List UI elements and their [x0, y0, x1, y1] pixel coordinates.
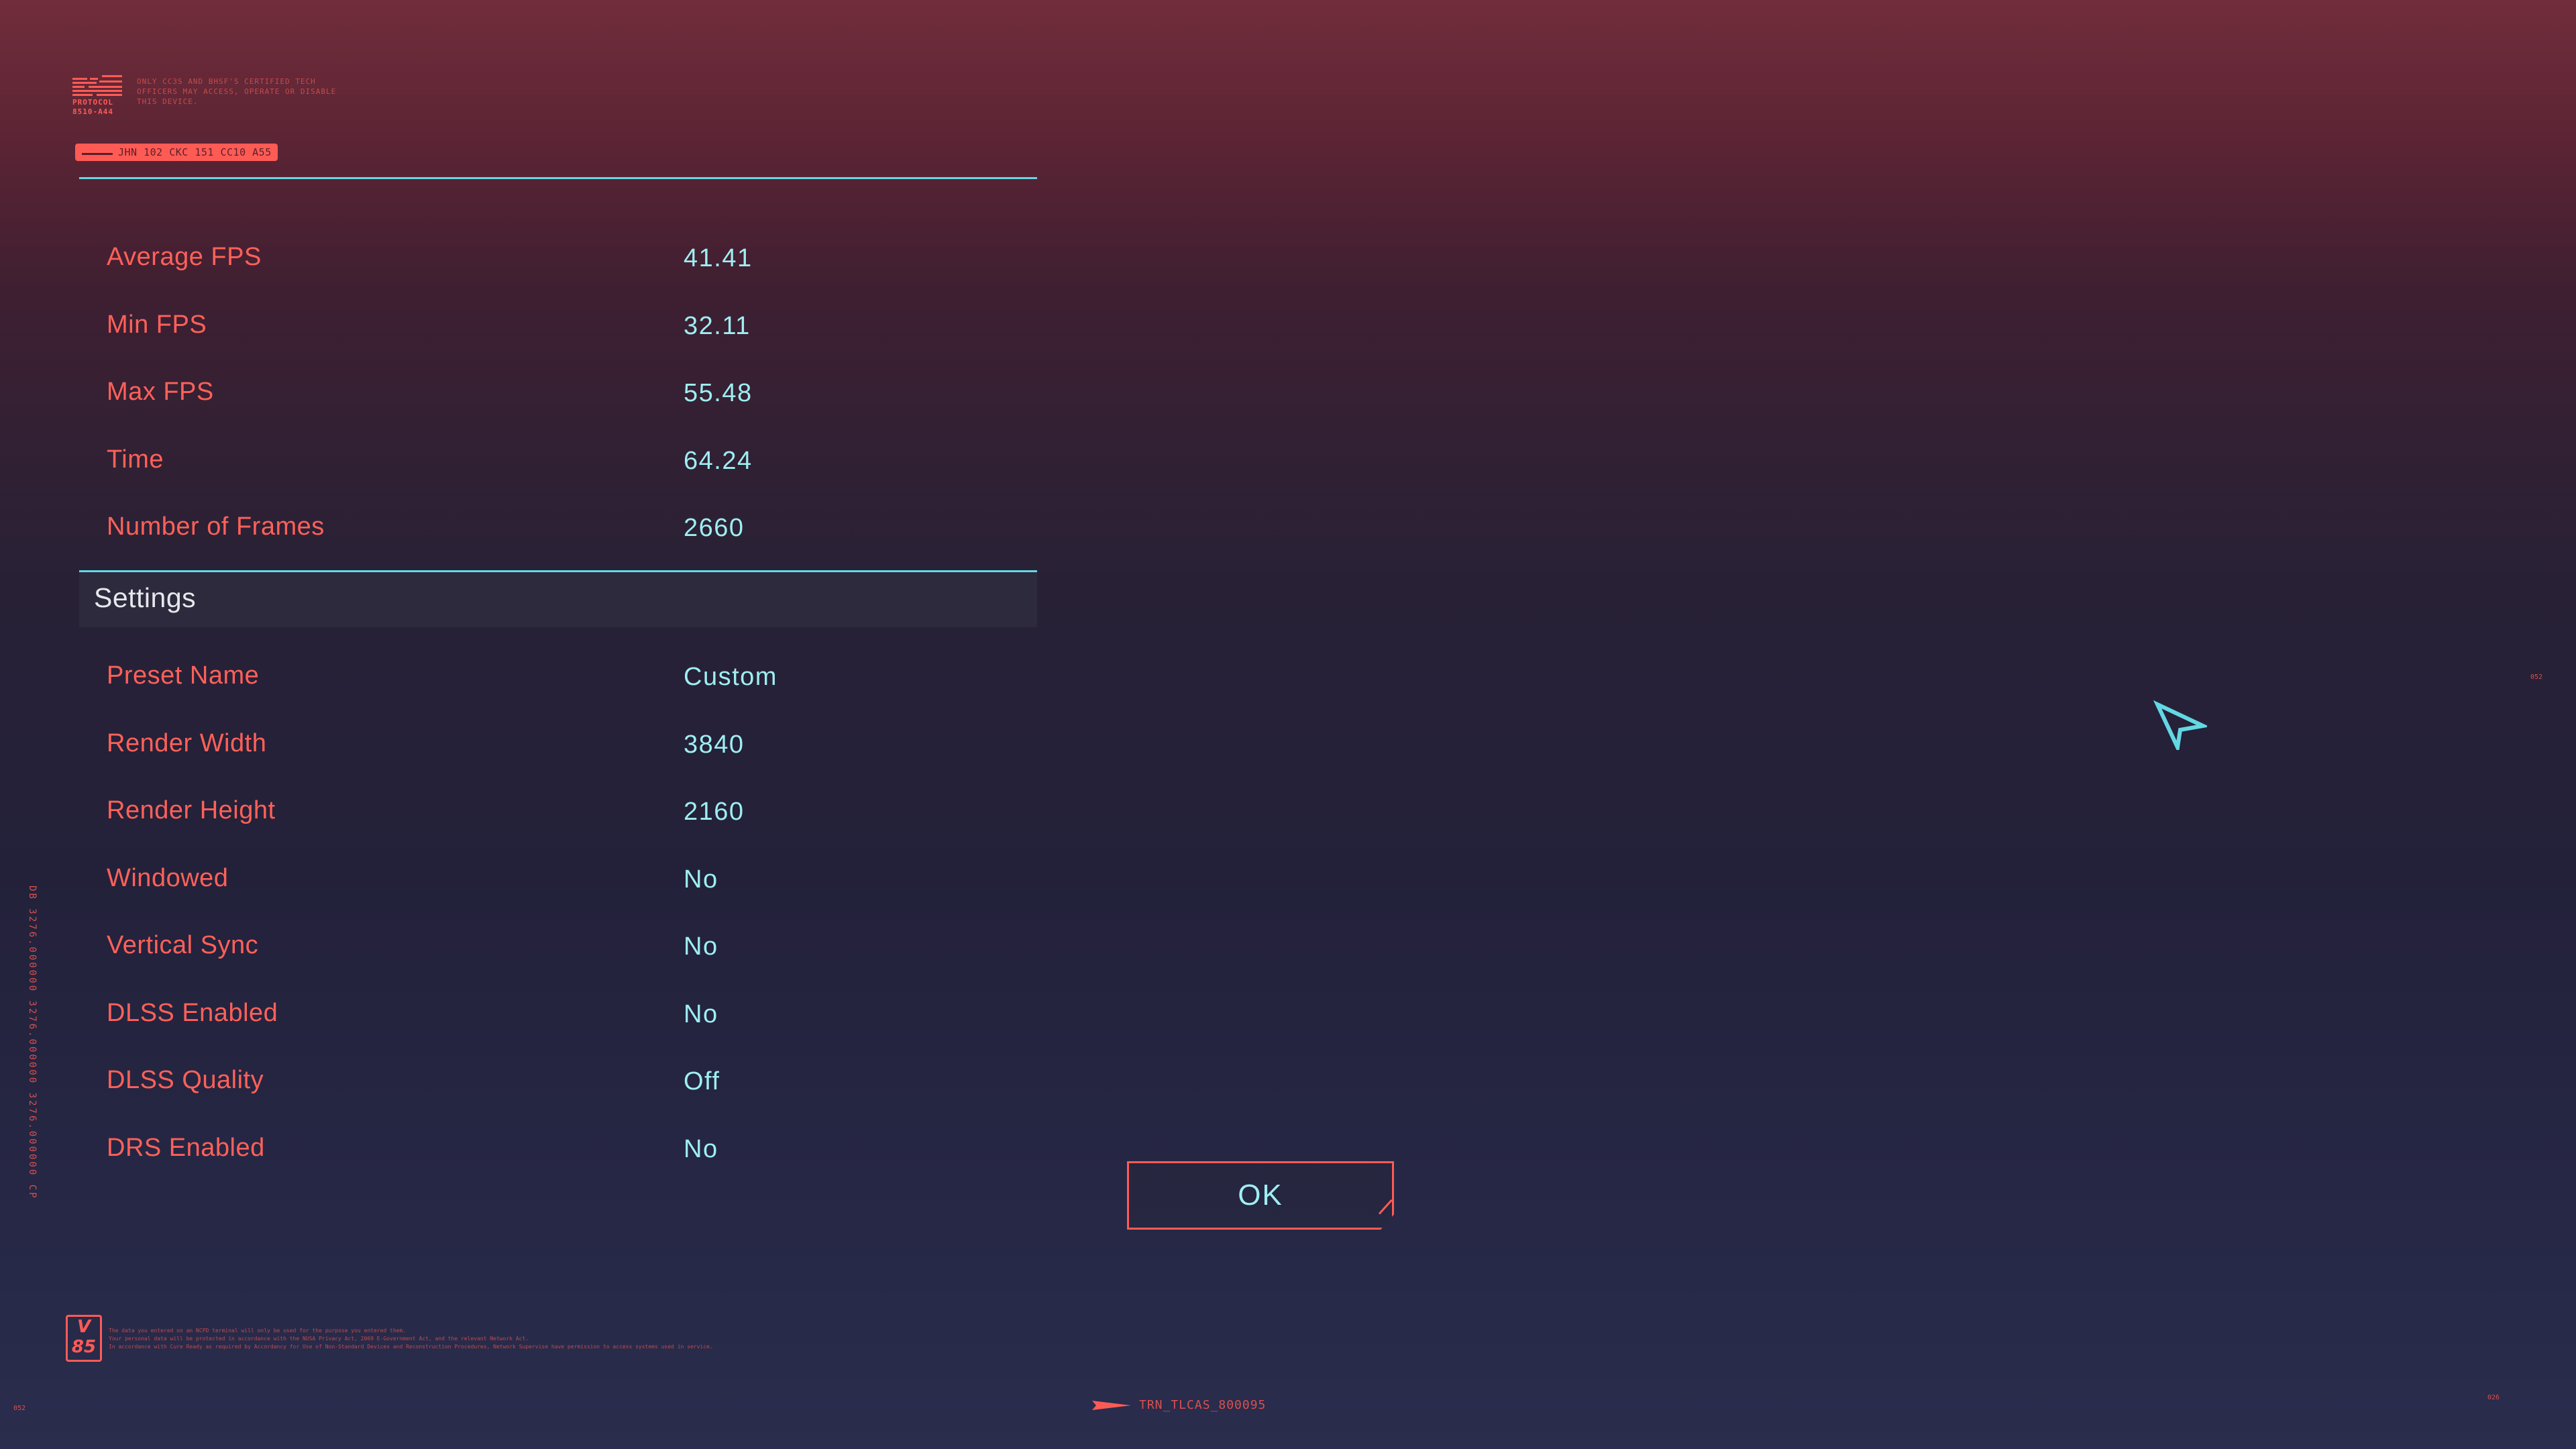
code-tag-text: JHN 102 CKC 151 CC10 A55 [118, 146, 272, 158]
side-vertical-text: DB 3276.000000 3276.000000 3276.000000 C… [27, 885, 38, 1200]
protocol-label-text: PROTOCOL 8510-A44 [72, 98, 113, 116]
row-label: Render Width [107, 729, 267, 757]
row-value: No [684, 865, 718, 894]
row-label: Max FPS [107, 378, 214, 406]
row-value: 2160 [684, 798, 745, 826]
protocol-notice: ONLY CC3S AND BHSF'S CERTIFIED TECH OFFI… [137, 77, 337, 106]
code-tag-bar [82, 153, 113, 155]
code-tag: JHN 102 CKC 151 CC10 A55 [75, 144, 278, 161]
legal-text: The data you entered on an NCPD terminal… [109, 1327, 753, 1351]
row-value: 32.11 [684, 312, 751, 340]
settings-title: Settings [94, 582, 197, 613]
legal-line: The data you entered on an NCPD terminal… [109, 1328, 407, 1334]
corner-marker-right: 052 [2530, 674, 2543, 681]
v85-badge-bottom: 85 [71, 1337, 97, 1357]
row-value: 41.41 [684, 244, 753, 272]
row-value: Off [684, 1067, 720, 1095]
row-label: Render Height [107, 796, 276, 824]
row-value: 2660 [684, 514, 745, 542]
row-label: Number of Frames [107, 513, 325, 541]
row-label: Windowed [107, 864, 229, 892]
row-value: No [684, 1135, 718, 1163]
row-label: Average FPS [107, 243, 262, 271]
row-label: Time [107, 445, 164, 474]
v85-badge: V 85 [66, 1315, 102, 1362]
legal-line: In accordance with Cure Ready as require… [109, 1344, 713, 1350]
corner-marker-bottom-right: 026 [2487, 1394, 2500, 1401]
row-value: 64.24 [684, 447, 753, 475]
row-label: DRS Enabled [107, 1134, 265, 1162]
top-divider [79, 177, 1037, 179]
row-value: No [684, 932, 718, 961]
row-label: Vertical Sync [107, 931, 259, 959]
v85-badge-top: V [76, 1317, 91, 1337]
ok-button[interactable]: OK [1127, 1161, 1394, 1230]
row-label: DLSS Quality [107, 1066, 264, 1094]
protocol-label: PROTOCOL 8510-A44 [72, 98, 113, 117]
row-label: Min FPS [107, 311, 207, 339]
row-label: DLSS Enabled [107, 999, 278, 1027]
legal-line: Your personal data will be protected in … [109, 1336, 529, 1342]
row-value: 3840 [684, 731, 745, 759]
bottom-code: TRN_TLCAS_800095 [1092, 1398, 1266, 1413]
arrow-flag-icon [1092, 1401, 1131, 1410]
settings-header [79, 572, 1037, 627]
row-value: No [684, 1000, 718, 1028]
row-value: Custom [684, 663, 777, 691]
corner-marker-left: 052 [13, 1405, 26, 1412]
row-label: Preset Name [107, 661, 260, 690]
row-value: 55.48 [684, 379, 753, 407]
bottom-code-text: TRN_TLCAS_800095 [1139, 1398, 1267, 1412]
cursor-arrow-icon [2153, 700, 2207, 750]
